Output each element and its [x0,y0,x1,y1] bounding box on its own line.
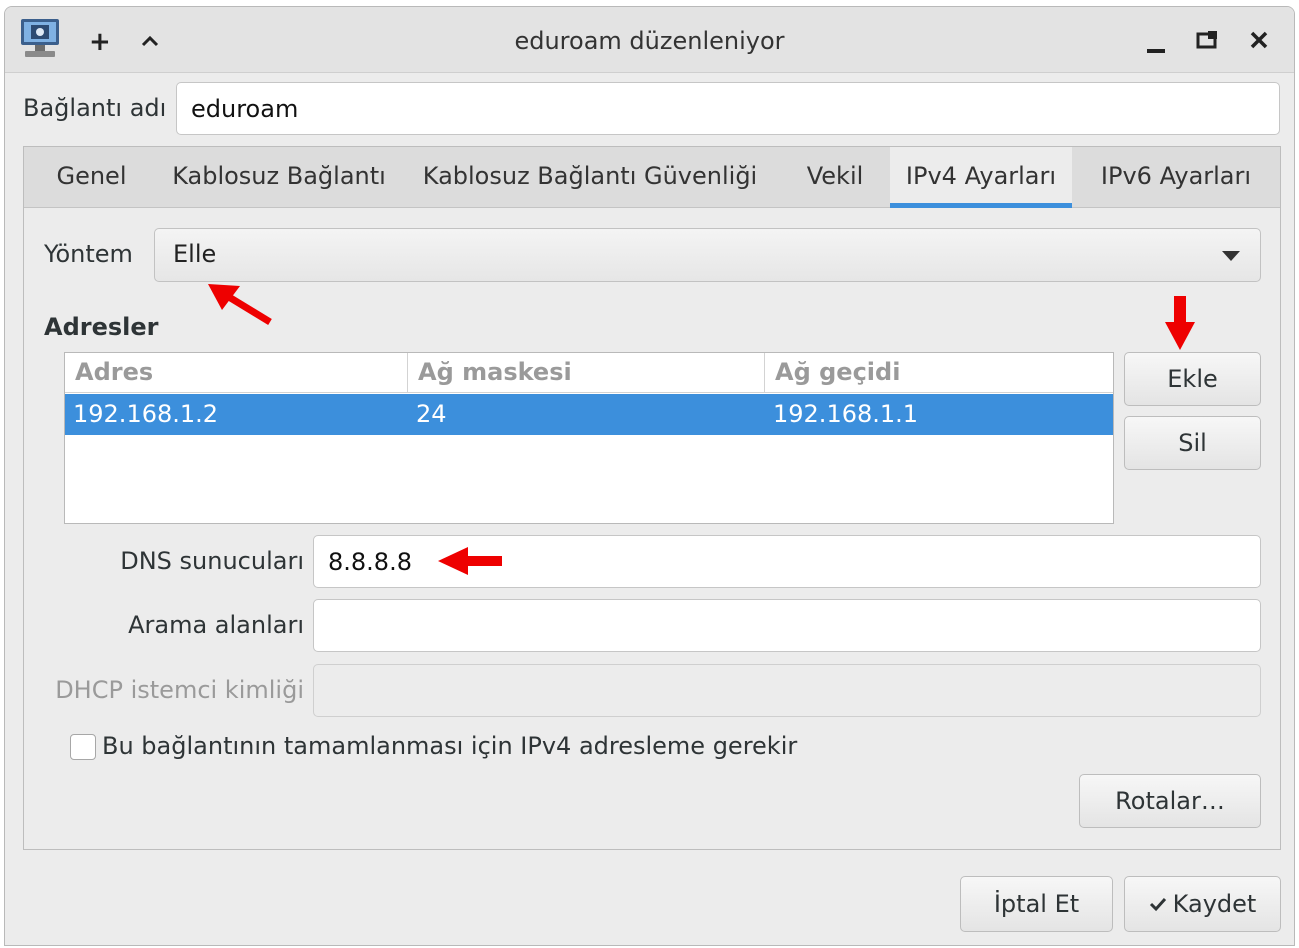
maximize-icon[interactable] [1195,29,1219,51]
column-header-address[interactable]: Adres [65,353,408,393]
table-header: Adres Ağ maskesi Ağ geçidi [65,353,1113,393]
tab-wireless[interactable]: Kablosuz Bağlantı [159,147,399,208]
tab-general[interactable]: Genel [24,147,159,208]
settings-notebook: Genel Kablosuz Bağlantı Kablosuz Bağlant… [23,146,1281,850]
save-button[interactable]: Kaydet [1124,876,1281,932]
column-header-gateway[interactable]: Ağ geçidi [765,353,1113,393]
connection-name-label: Bağlantı adı [23,94,167,122]
gateway-cell[interactable]: 192.168.1.1 [765,394,918,435]
close-icon[interactable] [1248,29,1270,51]
minimize-icon[interactable] [1145,31,1167,55]
cancel-button[interactable]: İptal Et [960,876,1113,932]
search-domains-input[interactable] [313,599,1261,652]
checkmark-icon [1149,897,1166,912]
method-label: Yöntem [44,240,133,268]
addresses-heading: Adresler [44,313,159,341]
require-ipv4-checkbox[interactable] [70,734,96,760]
dns-value: 8.8.8.8 [328,547,412,576]
require-ipv4-label[interactable]: Bu bağlantının tamamlanması için IPv4 ad… [102,732,797,760]
titlebar: + eduroam düzenleniyor [5,7,1294,73]
add-address-button[interactable]: Ekle [1124,352,1261,406]
tab-bar: Genel Kablosuz Bağlantı Kablosuz Bağlant… [24,147,1280,208]
column-header-netmask[interactable]: Ağ maskesi [408,353,765,393]
window-title: eduroam düzenleniyor [514,27,785,55]
address-cell[interactable]: 192.168.1.2 [65,394,218,435]
addresses-table[interactable]: Adres Ağ maskesi Ağ geçidi 192.168.1.2 2… [64,352,1114,524]
table-row[interactable]: 192.168.1.2 24 192.168.1.1 [65,394,1113,435]
method-value: Elle [173,240,217,268]
delete-address-button[interactable]: Sil [1124,416,1261,470]
dhcp-client-id-label: DHCP istemci kimliği [55,676,304,704]
dhcp-client-id-input [313,664,1261,717]
connection-name-input[interactable]: eduroam [176,82,1280,135]
tab-proxy[interactable]: Vekil [781,147,889,208]
dns-label: DNS sunucuları [120,547,304,575]
search-domains-label: Arama alanları [128,611,304,639]
dialog-window: + eduroam düzenleniyor Bağlantı adı edur… [4,6,1295,946]
dns-input[interactable]: 8.8.8.8 [313,535,1261,588]
routes-button[interactable]: Rotalar… [1079,774,1261,828]
tab-ipv6-settings[interactable]: IPv6 Ayarları [1076,147,1276,208]
tab-wireless-security[interactable]: Kablosuz Bağlantı Güvenliği [399,147,781,208]
connection-name-value: eduroam [191,94,299,123]
chevron-down-icon [1222,251,1240,261]
method-dropdown[interactable]: Elle [154,228,1261,282]
tab-ipv4-settings[interactable]: IPv4 Ayarları [890,147,1072,208]
netmask-cell[interactable]: 24 [408,394,447,435]
save-label: Kaydet [1172,890,1257,918]
